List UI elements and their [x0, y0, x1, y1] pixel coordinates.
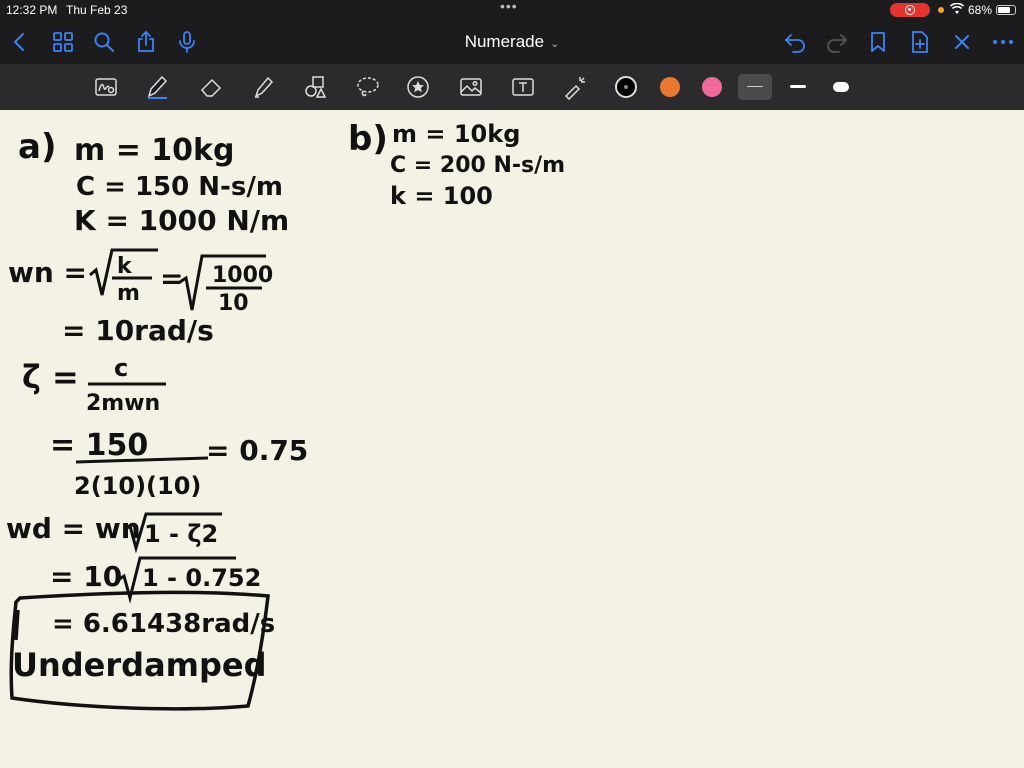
color-orange-swatch[interactable] [660, 77, 680, 97]
zeta-result: = 0.75 [206, 434, 308, 467]
part-a-damping: C = 150 N-s/m [76, 172, 283, 202]
zeta-num: c [114, 354, 128, 382]
wd-result: = 6.61438rad/s [52, 609, 275, 639]
lasso-icon[interactable] [355, 74, 381, 100]
part-b-label: b) [348, 119, 388, 159]
part-a-stiffness: K = 1000 N/m [74, 204, 289, 237]
multitasking-dots-icon[interactable]: ••• [500, 0, 518, 14]
text-icon[interactable] [510, 74, 536, 100]
wn-frac1-num: k [117, 254, 133, 279]
handwritten-notes: a) m = 10kg C = 150 N-s/m K = 1000 N/m w… [6, 119, 565, 711]
sticker-icon[interactable] [405, 74, 431, 100]
add-page-icon[interactable] [908, 30, 932, 54]
battery-percent: 68% [968, 3, 993, 17]
mic-indicator-icon [938, 7, 944, 13]
redo-icon[interactable] [825, 30, 849, 54]
wd-radicand: 1 - ζ2 [144, 520, 218, 548]
wn-frac2-num: 1000 [212, 263, 273, 288]
status-time: 12:32 PM [6, 3, 58, 17]
chevron-down-icon: ⌄ [550, 38, 560, 50]
more-icon[interactable] [991, 30, 1015, 54]
color-pink-swatch[interactable] [702, 77, 722, 97]
part-a-label: a) [18, 127, 56, 167]
color-black-swatch[interactable] [615, 76, 637, 98]
status-bar: 12:32 PM Thu Feb 23 ••• 68% [0, 0, 1024, 20]
back-icon[interactable] [8, 30, 32, 54]
stroke-width-thick[interactable] [824, 74, 858, 100]
part-a-mass: m = 10kg [74, 133, 234, 168]
wn-frac1-den: m [117, 281, 140, 306]
wn-result: = 10rad/s [62, 314, 214, 347]
zeta-step-num: = 150 [50, 428, 148, 463]
screen-recording-icon[interactable] [890, 3, 930, 17]
bookmark-icon[interactable] [866, 30, 890, 54]
wd-step-radicand: 1 - 0.752 [142, 564, 261, 592]
part-b-damping: C = 200 N-s/m [390, 153, 565, 178]
part-b-mass: m = 10kg [392, 120, 520, 148]
wn-lhs: wn = [8, 256, 87, 289]
wifi-icon [949, 2, 965, 18]
wd-lhs: wd = wn [6, 512, 141, 545]
undo-icon[interactable] [783, 30, 807, 54]
shapes-icon[interactable] [302, 74, 328, 100]
wn-eq: = [160, 262, 183, 295]
share-icon[interactable] [134, 30, 158, 54]
microphone-icon[interactable] [175, 30, 199, 54]
wd-step-pre: = 10 [50, 560, 122, 593]
note-canvas[interactable]: a) m = 10kg C = 150 N-s/m K = 1000 N/m w… [0, 110, 1024, 768]
eraser-icon[interactable] [198, 74, 224, 100]
zeta-den: 2mwn [86, 391, 160, 416]
stroke-width-medium[interactable] [781, 74, 815, 100]
battery-icon [996, 5, 1016, 15]
pen-icon[interactable] [143, 74, 169, 100]
close-icon[interactable] [950, 30, 974, 54]
highlighter-icon[interactable] [250, 74, 276, 100]
zeta-step-den: 2(10)(10) [74, 472, 201, 500]
search-icon[interactable] [92, 30, 116, 54]
zeta-lhs: ζ = [22, 358, 79, 396]
document-title: Numerade [464, 32, 545, 51]
image-icon[interactable] [458, 74, 484, 100]
status-date: Thu Feb 23 [66, 3, 128, 17]
stroke-width-thin[interactable] [738, 74, 772, 100]
part-b-stiffness: k = 100 [390, 182, 493, 210]
damping-conclusion: Underdamped [12, 646, 267, 684]
navigation-bar: Numerade ⌄ [0, 20, 1024, 64]
wn-frac2-den: 10 [218, 291, 249, 316]
handwriting-search-icon[interactable] [93, 74, 119, 100]
drawing-toolbar [0, 64, 1024, 110]
document-title-button[interactable]: Numerade ⌄ [465, 32, 560, 51]
laser-pointer-icon[interactable] [562, 74, 588, 101]
grid-icon[interactable] [51, 30, 75, 54]
